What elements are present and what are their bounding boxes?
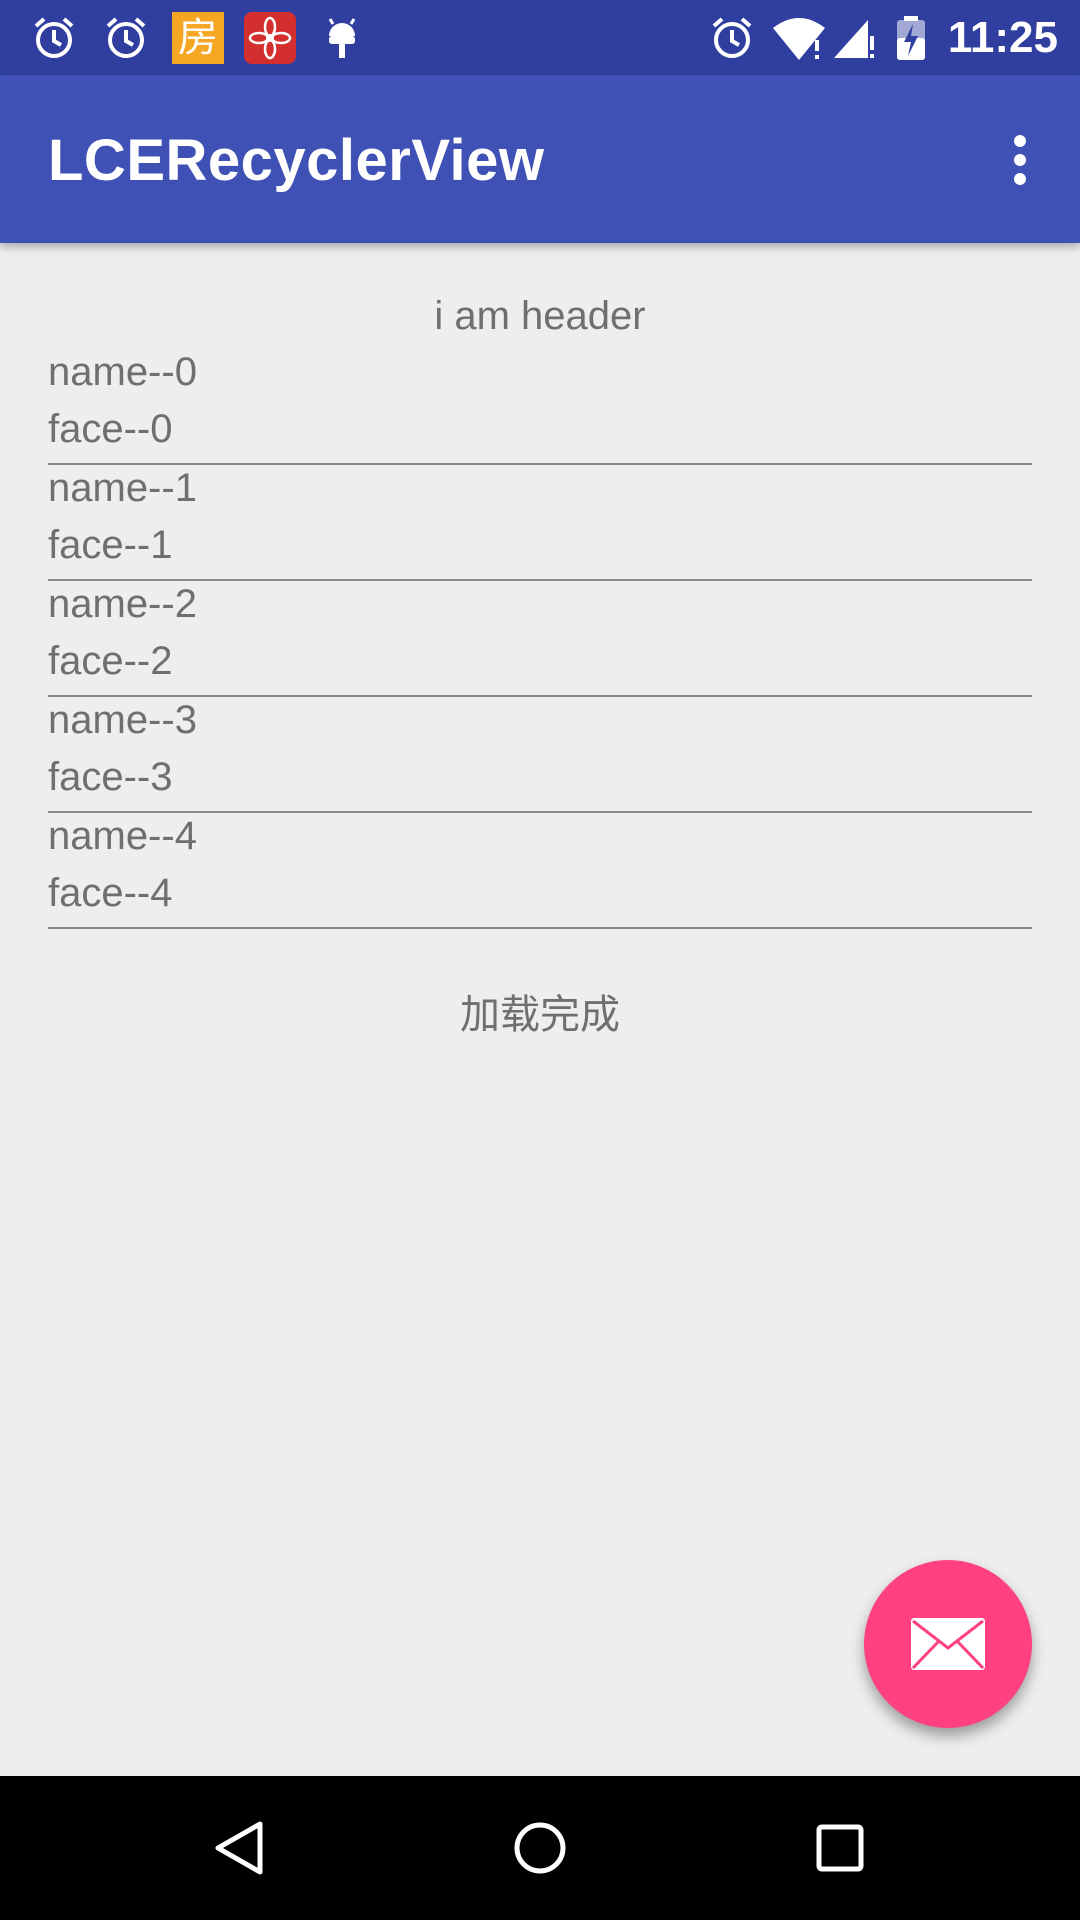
list-item[interactable]: name--0 face--0 [48,347,1032,465]
item-face: face--3 [48,755,173,799]
recents-icon[interactable] [804,1812,876,1884]
item-face: face--2 [48,639,173,683]
item-name: name--3 [48,698,197,742]
flower-app-icon [244,12,296,64]
back-icon[interactable] [204,1812,276,1884]
status-time: 11:25 [947,13,1058,62]
item-name: name--0 [48,350,197,394]
alarm-icon [712,17,752,58]
android-debug-icon [328,18,356,58]
home-icon[interactable] [504,1812,576,1884]
list-item[interactable]: name--4 face--4 [48,811,1032,929]
list-item[interactable]: name--2 face--2 [48,579,1032,697]
item-face: face--4 [48,871,173,915]
app-bar: LCERecyclerView [0,75,1080,243]
wifi-icon [773,18,825,60]
alarm-icon [34,17,74,58]
item-face: face--1 [48,523,173,567]
fang-app-label: 房 [178,16,218,60]
status-bar: 房 11:25 [0,0,1080,75]
battery-charging-icon [897,16,925,60]
item-name: name--1 [48,466,197,510]
alarm-icon [106,17,146,58]
email-icon [911,1618,985,1670]
navigation-bar [0,1776,1080,1920]
signal-icon [834,20,874,58]
list-item[interactable]: name--1 face--1 [48,463,1032,581]
app-title: LCERecyclerView [48,128,545,193]
fang-app-icon: 房 [172,12,224,64]
item-name: name--4 [48,814,197,858]
item-name: name--2 [48,582,197,626]
list-item[interactable]: name--3 face--3 [48,695,1032,813]
more-vert-icon[interactable] [984,125,1054,195]
load-complete-text: 加载完成 [460,993,620,1037]
item-face: face--0 [48,407,173,451]
email-fab-button[interactable] [864,1560,1032,1728]
list-header: i am header [434,294,646,338]
